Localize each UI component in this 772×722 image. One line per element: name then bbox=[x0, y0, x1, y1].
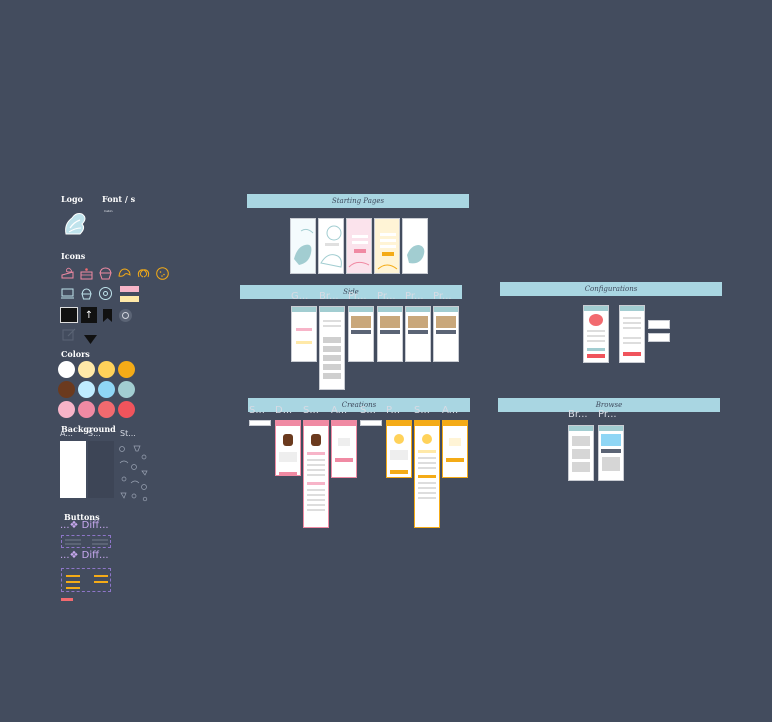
configuration-popup-1[interactable] bbox=[648, 320, 670, 329]
colors-label: Colors bbox=[61, 349, 90, 359]
button-variants-group-1[interactable] bbox=[61, 535, 111, 548]
creation-frame-name-4: A... bbox=[331, 405, 348, 416]
background-white-frame[interactable] bbox=[60, 441, 86, 498]
color-swatch[interactable] bbox=[98, 361, 115, 378]
color-swatch[interactable] bbox=[58, 381, 75, 398]
side-frame-name-6: Pr... bbox=[433, 291, 452, 302]
color-swatch[interactable] bbox=[78, 381, 95, 398]
side-frame-1[interactable] bbox=[291, 306, 317, 362]
cupcake-icon[interactable] bbox=[98, 266, 113, 281]
pink-tag-chip[interactable] bbox=[120, 286, 139, 292]
donut-icon[interactable] bbox=[98, 286, 113, 301]
creation-frame-1[interactable] bbox=[249, 420, 271, 426]
creation-frame-name-6: P... bbox=[386, 405, 401, 416]
color-row-2 bbox=[58, 381, 135, 398]
starting-frame-5[interactable] bbox=[402, 218, 428, 274]
color-swatch[interactable] bbox=[118, 401, 135, 418]
side-frame-2[interactable] bbox=[319, 306, 345, 390]
browse-frame-2[interactable] bbox=[598, 425, 624, 481]
browse-frame-1[interactable] bbox=[568, 425, 594, 481]
icon-row-ui: ↑ bbox=[60, 307, 133, 323]
small-button-swatch[interactable] bbox=[61, 598, 73, 601]
button-variant-name-1: ...❖ Diff... bbox=[60, 520, 109, 531]
font-sample: Cabin bbox=[104, 209, 113, 213]
icon-row-bakery bbox=[60, 266, 170, 281]
pretzel-icon[interactable] bbox=[136, 266, 151, 281]
logo-label: Logo bbox=[61, 194, 83, 204]
configuration-frame-2[interactable] bbox=[619, 305, 645, 363]
creation-frame-8[interactable] bbox=[442, 420, 468, 478]
starting-frame-2[interactable] bbox=[318, 218, 344, 274]
yellow-tag-chip[interactable] bbox=[120, 296, 139, 302]
starting-frame-4[interactable] bbox=[374, 218, 400, 274]
side-frame-3[interactable] bbox=[348, 306, 374, 362]
font-label: Font / s bbox=[102, 194, 136, 204]
starting-frame-1[interactable] bbox=[290, 218, 316, 274]
side-frame-6[interactable] bbox=[433, 306, 459, 362]
side-frame-name-3: Pr... bbox=[348, 291, 367, 302]
color-palette bbox=[58, 361, 135, 418]
button-variants-group-2[interactable] bbox=[61, 568, 111, 592]
color-swatch[interactable] bbox=[78, 361, 95, 378]
logo-image[interactable] bbox=[60, 206, 90, 238]
icons-label: Icons bbox=[61, 251, 86, 261]
starting-pages-frames bbox=[290, 218, 428, 274]
side-frame-name-5: Pr... bbox=[405, 291, 424, 302]
button-variant-name-2: ...❖ Diff... bbox=[60, 550, 109, 561]
background-name-1: A... bbox=[60, 429, 73, 438]
browse-frame-name-2: Pr... bbox=[598, 409, 617, 420]
configuration-frame-1[interactable] bbox=[583, 305, 609, 363]
creation-frame-5[interactable] bbox=[360, 420, 382, 426]
creation-frame-name-2: D... bbox=[275, 405, 293, 416]
bookmark-icon[interactable] bbox=[100, 308, 115, 323]
creation-frame-3[interactable] bbox=[303, 420, 329, 528]
side-frame-5[interactable] bbox=[405, 306, 431, 362]
side-frame-name-1: G... bbox=[291, 291, 309, 302]
configuration-popup-2[interactable] bbox=[648, 333, 670, 342]
color-swatch[interactable] bbox=[98, 381, 115, 398]
cake-slice-icon[interactable] bbox=[60, 266, 75, 281]
color-swatch[interactable] bbox=[118, 361, 135, 378]
upload-arrow-icon[interactable]: ↑ bbox=[81, 307, 97, 323]
background-pattern-frame[interactable] bbox=[116, 441, 150, 503]
cake-icon[interactable] bbox=[79, 266, 94, 281]
creation-frame-2[interactable] bbox=[275, 420, 301, 476]
color-swatch[interactable] bbox=[58, 361, 75, 378]
edit-icon[interactable] bbox=[62, 327, 77, 346]
background-dark-frame[interactable] bbox=[88, 441, 114, 498]
starting-frame-3[interactable] bbox=[346, 218, 372, 274]
section-banner-starting-pages: Starting Pages bbox=[247, 194, 469, 208]
creation-frame-4[interactable] bbox=[331, 420, 357, 478]
muffin-icon[interactable] bbox=[79, 286, 94, 301]
settings-icon[interactable] bbox=[118, 308, 133, 323]
section-banner-configurations: Configurations bbox=[500, 282, 722, 296]
side-frame-name-2: Br... bbox=[319, 291, 339, 302]
color-swatch[interactable] bbox=[118, 381, 135, 398]
cookie-icon[interactable] bbox=[155, 266, 170, 281]
creation-frame-name-7: S... bbox=[414, 405, 430, 416]
background-name-2: S... bbox=[88, 429, 101, 438]
browse-frame-name-1: Br... bbox=[568, 409, 588, 420]
creation-frame-7[interactable] bbox=[414, 420, 440, 528]
icon-row-blue bbox=[60, 286, 139, 302]
laptop-icon[interactable] bbox=[60, 286, 75, 301]
creation-frame-name-1: S... bbox=[249, 405, 265, 416]
color-row-3 bbox=[58, 401, 135, 418]
creation-frame-name-8: A... bbox=[442, 405, 459, 416]
creation-frame-6[interactable] bbox=[386, 420, 412, 478]
dropdown-triangle-icon[interactable] bbox=[84, 329, 97, 348]
color-swatch[interactable] bbox=[58, 401, 75, 418]
side-frame-name-4: Pr... bbox=[377, 291, 396, 302]
gallery-icon[interactable] bbox=[60, 307, 78, 323]
color-swatch[interactable] bbox=[98, 401, 115, 418]
background-name-3: St... bbox=[120, 429, 136, 438]
creation-frame-name-3: S... bbox=[303, 405, 319, 416]
croissant-icon[interactable] bbox=[117, 266, 132, 281]
side-frame-4[interactable] bbox=[377, 306, 403, 362]
color-swatch[interactable] bbox=[78, 401, 95, 418]
creation-frame-name-5: S... bbox=[360, 405, 376, 416]
color-row-1 bbox=[58, 361, 135, 378]
